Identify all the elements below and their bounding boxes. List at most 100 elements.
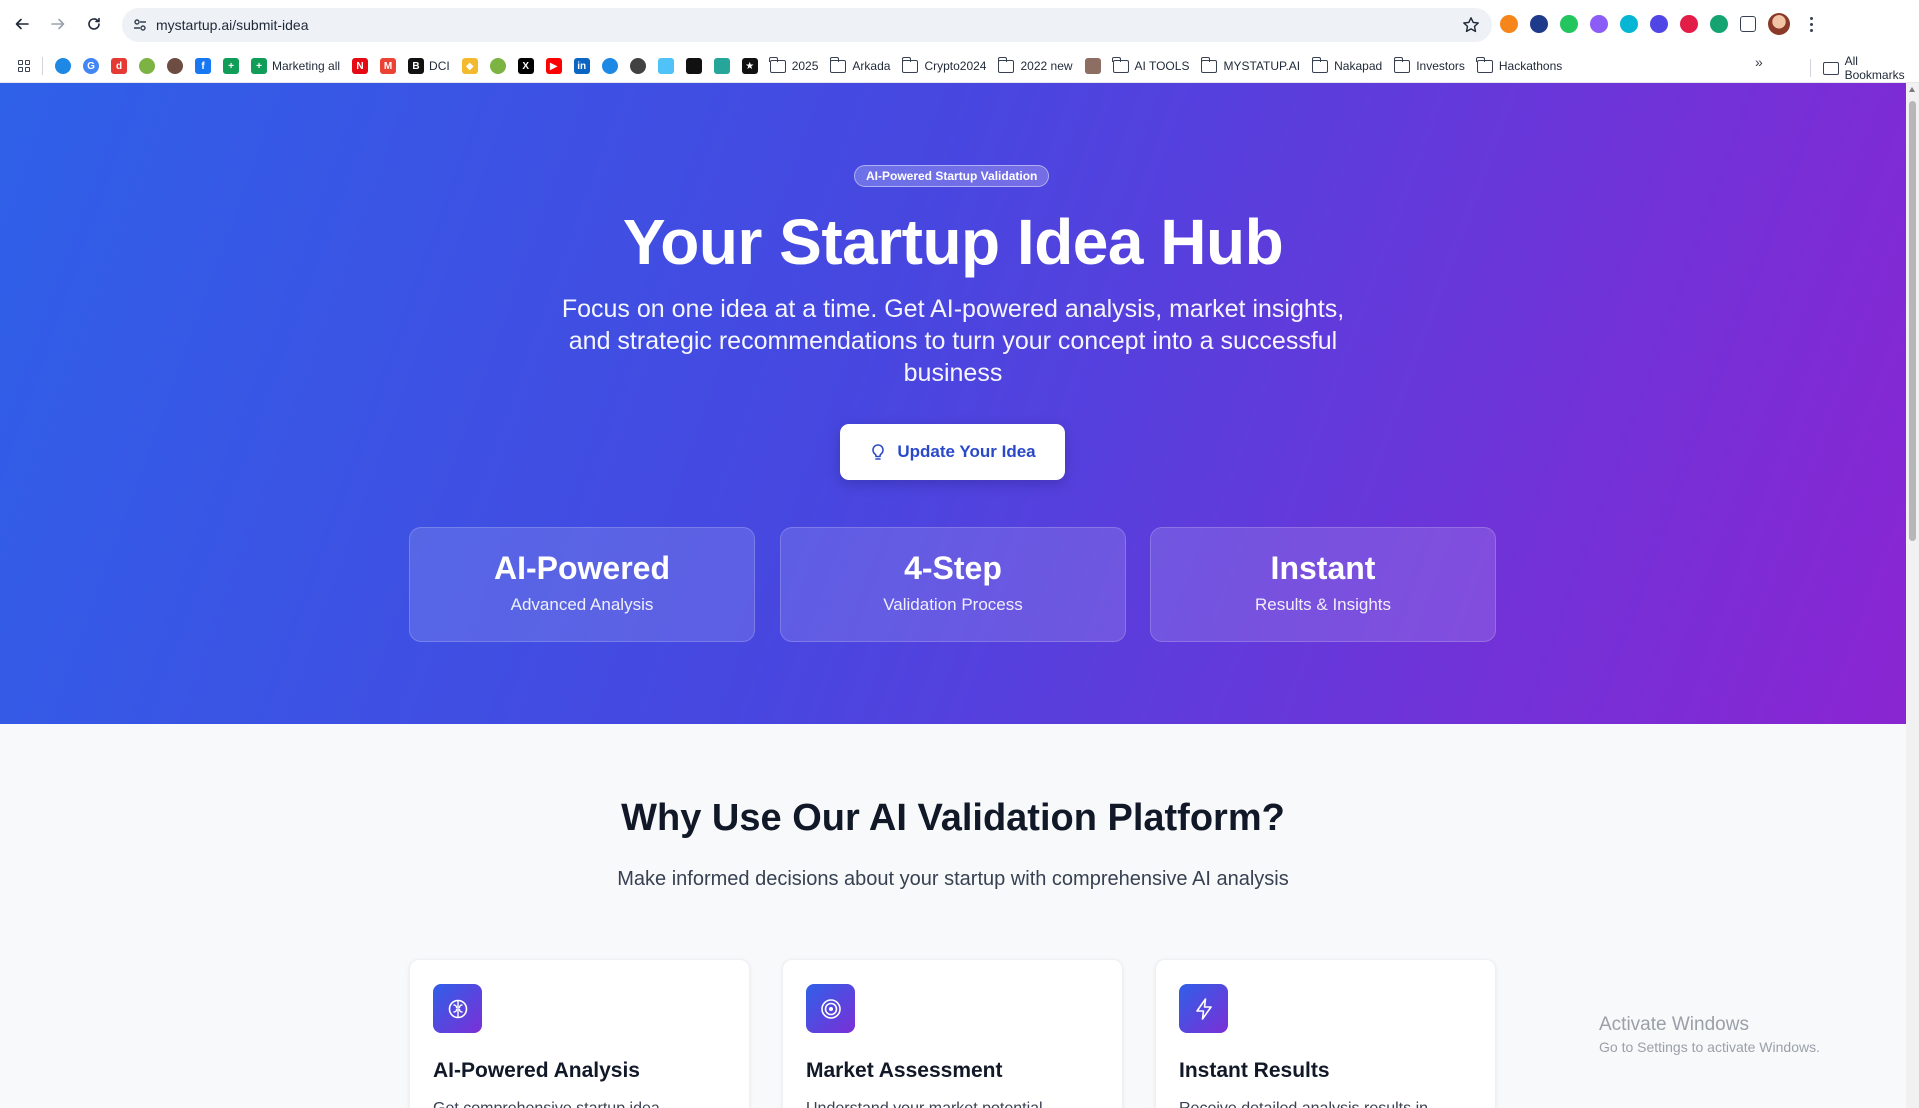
bookmark-item[interactable] xyxy=(680,54,708,78)
scroll-up-arrow-icon[interactable] xyxy=(1909,87,1915,92)
bookmark-item[interactable] xyxy=(652,54,680,78)
arrow-left-icon xyxy=(15,18,29,30)
bookmark-folder[interactable]: Arkada xyxy=(824,54,896,78)
bookmark-item[interactable]: ◆ xyxy=(456,54,484,78)
bookmark-item[interactable] xyxy=(12,54,36,78)
bookmark-item[interactable] xyxy=(1079,54,1107,78)
bookmark-item[interactable]: + xyxy=(217,54,245,78)
bookmark-folder[interactable]: MYSTATUP.AI xyxy=(1195,54,1306,78)
frog-extension-icon[interactable] xyxy=(1560,15,1578,33)
browser-menu-icon[interactable] xyxy=(1802,12,1820,36)
folder-icon xyxy=(1393,56,1411,73)
folder-icon xyxy=(1311,56,1329,73)
grammarly-icon[interactable] xyxy=(1710,15,1728,33)
bookmark-label: MYSTATUP.AI xyxy=(1223,59,1301,73)
stat-label: Validation Process xyxy=(883,595,1023,614)
puzzle-icon[interactable] xyxy=(1740,16,1756,32)
all-bookmarks-label: All Bookmarks xyxy=(1844,54,1905,82)
bookmark-item[interactable]: ★ xyxy=(736,54,764,78)
url-text[interactable]: mystartup.ai/submit-idea xyxy=(156,17,309,33)
bookmark-folder[interactable]: AI TOOLS xyxy=(1107,54,1196,78)
bookmark-label: Investors xyxy=(1416,59,1465,73)
bookmark-item[interactable] xyxy=(624,54,652,78)
bookmarks-bar: Gd f + + Marketing all N M B DCI ◆ X ▶ in ★ 2025 Arkada… xyxy=(0,50,1919,82)
bookmark-item[interactable] xyxy=(49,54,77,78)
browser-toolbar: mystartup.ai/submit-idea xyxy=(0,0,1919,50)
bookmark-item[interactable] xyxy=(484,54,512,78)
bookmark-folder[interactable]: 2022 new xyxy=(992,54,1078,78)
binance-icon: ◆ xyxy=(461,58,478,74)
hero-title: Your Startup Idea Hub xyxy=(622,206,1284,278)
bookmark-folder[interactable]: Crypto2024 xyxy=(896,54,992,78)
block-extension-icon[interactable] xyxy=(1680,15,1698,33)
bookmark-item[interactable]: M xyxy=(374,54,402,78)
bookmark-item[interactable]: + Marketing all xyxy=(245,54,346,78)
page-viewport: AI-Powered Startup Validation Your Start… xyxy=(0,83,1906,1108)
update-idea-button[interactable]: Update Your Idea xyxy=(840,424,1065,480)
reload-icon xyxy=(88,17,100,30)
wave-icon xyxy=(713,58,730,74)
site-settings-icon[interactable] xyxy=(132,17,148,33)
back-button[interactable] xyxy=(10,12,34,36)
folder-icon xyxy=(829,56,847,73)
target-icon xyxy=(806,984,855,1033)
bookmark-item[interactable]: ▶ xyxy=(540,54,568,78)
folder-icon xyxy=(1822,61,1839,75)
lightbulb-icon xyxy=(872,444,885,460)
bookmark-item[interactable]: G xyxy=(77,54,105,78)
all-bookmarks-button[interactable]: All Bookmarks xyxy=(1804,54,1919,82)
folder-icon xyxy=(769,56,786,73)
cloud-extension-icon[interactable] xyxy=(1530,15,1548,33)
bookmark-item[interactable] xyxy=(596,54,624,78)
feature-card-ai-analysis: AI-Powered Analysis Get comprehensive st… xyxy=(409,959,750,1108)
metamask-icon[interactable] xyxy=(1500,15,1518,33)
bookmark-label: AI TOOLS xyxy=(1134,59,1190,73)
bookmark-star-icon[interactable] xyxy=(1462,16,1480,34)
bookmark-folder[interactable]: Nakapad xyxy=(1306,54,1388,78)
globe-icon xyxy=(629,58,646,74)
stat-card: Instant Results & Insights xyxy=(1150,527,1496,642)
bookmark-folder[interactable]: Investors xyxy=(1388,54,1471,78)
stat-value: Instant xyxy=(1270,550,1376,586)
profile-avatar[interactable] xyxy=(1768,13,1790,35)
copy-extension-icon[interactable] xyxy=(1620,15,1638,33)
bookmark-folder[interactable]: 2025 xyxy=(764,54,825,78)
page-scrollbar[interactable] xyxy=(1906,83,1919,1108)
feature-title: Market Assessment xyxy=(806,1059,1003,1082)
bookmark-item[interactable]: B DCI xyxy=(402,54,456,78)
hero-badge: AI-Powered Startup Validation xyxy=(854,165,1050,187)
forward-button[interactable] xyxy=(46,12,70,36)
bird-extension-icon[interactable] xyxy=(1590,15,1608,33)
bookmarks-overflow-button[interactable]: » xyxy=(1755,54,1763,70)
reload-button[interactable] xyxy=(82,12,106,36)
windows-activation-watermark: Activate Windows Go to Settings to activ… xyxy=(1599,1014,1820,1055)
google-icon: G xyxy=(83,58,99,74)
bookmark-label: Crypto2024 xyxy=(924,59,987,73)
bookmark-item[interactable] xyxy=(708,54,736,78)
folder-icon xyxy=(901,56,919,73)
bookmark-folder[interactable]: Hackathons xyxy=(1471,54,1568,78)
feature-title: Instant Results xyxy=(1179,1059,1330,1082)
arrow-right-icon xyxy=(51,18,65,30)
hero-subtitle: Focus on one idea at a time. Get AI-powe… xyxy=(561,295,1345,387)
folder-icon xyxy=(1112,56,1129,73)
bookmark-item[interactable]: f xyxy=(189,54,217,78)
browser-chrome: mystartup.ai/submit-idea Gd f + + Marketing … xyxy=(0,0,1919,83)
scroll-thumb[interactable] xyxy=(1909,101,1916,541)
bookmark-item[interactable] xyxy=(161,54,189,78)
folder-icon xyxy=(1476,56,1493,73)
bookmark-item[interactable]: N xyxy=(346,54,374,78)
gmail-icon: M xyxy=(380,58,397,74)
feature-card-market-assessment: Market Assessment Understand your market… xyxy=(782,959,1123,1108)
address-bar[interactable]: mystartup.ai/submit-idea xyxy=(122,8,1492,42)
bookmark-item[interactable]: X xyxy=(512,54,540,78)
bookmark-item[interactable]: in xyxy=(568,54,596,78)
bookmark-label: Hackathons xyxy=(1498,59,1563,73)
doc-icon: B xyxy=(408,58,425,74)
feature-title: AI-Powered Analysis xyxy=(433,1059,640,1082)
why-section-title: Why Use Our AI Validation Platform? xyxy=(621,797,1285,839)
update-idea-label: Update Your Idea xyxy=(897,442,1036,461)
bookmark-item[interactable] xyxy=(133,54,161,78)
bot-extension-icon[interactable] xyxy=(1650,15,1668,33)
bookmark-item[interactable]: d xyxy=(105,54,133,78)
